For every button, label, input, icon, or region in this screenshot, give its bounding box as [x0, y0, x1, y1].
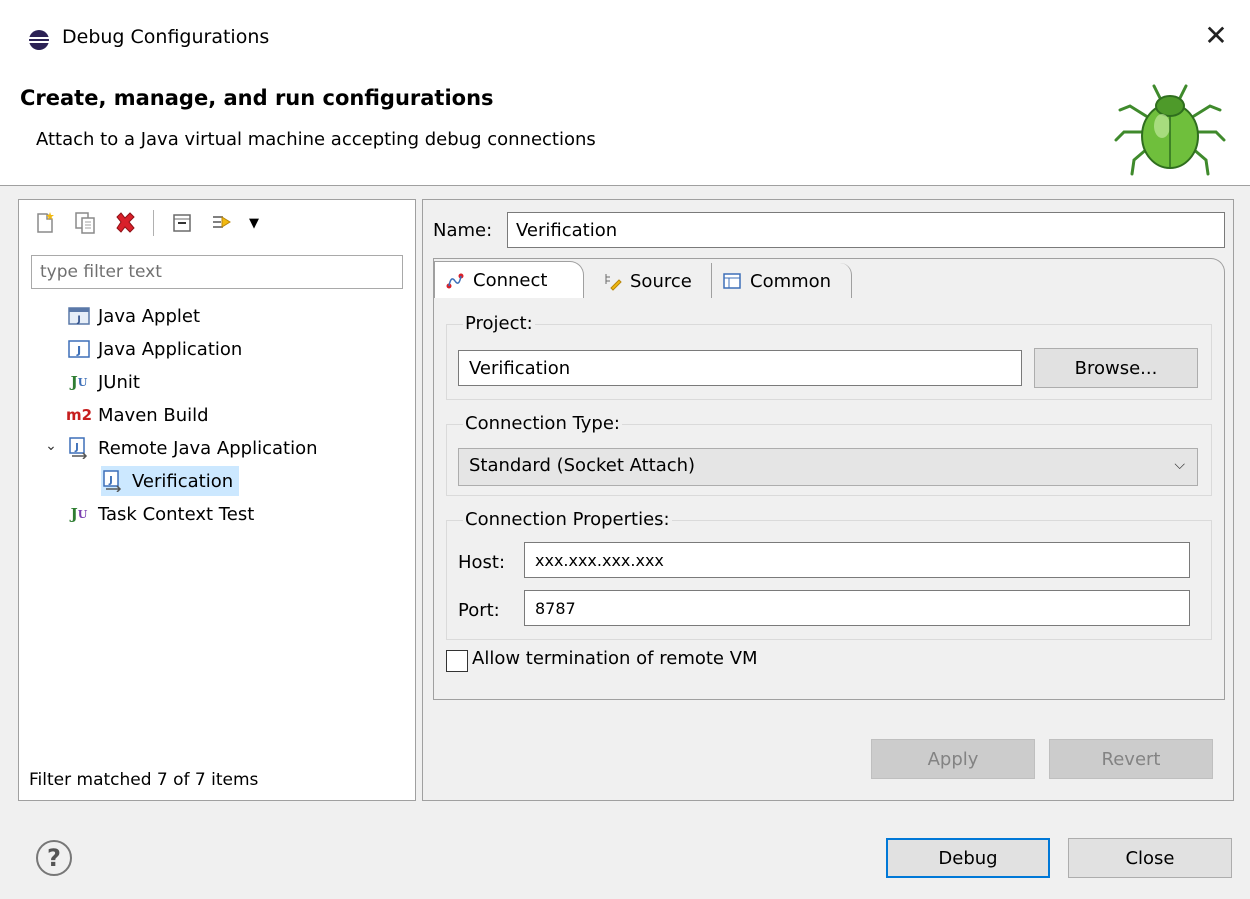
configuration-list-panel: ▼ J Java Applet J Java Application JU JU…	[18, 199, 416, 801]
expand-chevron-icon[interactable]: ⌄	[43, 438, 59, 454]
eclipse-logo-icon	[29, 30, 49, 50]
connection-type-value: Standard (Socket Attach)	[469, 455, 696, 476]
tab-strip: Connect Source Common	[433, 258, 1225, 299]
svg-text:J: J	[76, 344, 81, 357]
junit-icon: JU	[70, 373, 88, 391]
host-input[interactable]	[524, 542, 1190, 578]
maven-icon: m2	[65, 406, 93, 424]
debug-bug-icon	[1114, 84, 1226, 176]
tree-item-task-context-test[interactable]: JU Task Context Test	[67, 499, 255, 529]
header-title: Create, manage, and run configurations	[20, 86, 494, 110]
help-icon[interactable]: ?	[36, 840, 72, 876]
new-configuration-icon[interactable]	[29, 207, 61, 239]
chevron-down-icon: ⌵	[1174, 457, 1185, 473]
toolbar-separator	[153, 210, 154, 236]
tree-item-label: Remote Java Application	[98, 437, 318, 459]
tree-item-maven-build[interactable]: m2 Maven Build	[65, 400, 209, 430]
filter-status: Filter matched 7 of 7 items	[29, 770, 259, 790]
tab-connect[interactable]: Connect	[434, 261, 584, 299]
tree-item-label: Java Applet	[98, 305, 201, 327]
remote-java-icon: J	[101, 469, 125, 493]
close-button[interactable]: Close	[1068, 838, 1232, 878]
connection-type-group-label: Connection Type:	[463, 413, 622, 434]
tree-item-junit[interactable]: JU JUnit	[67, 367, 140, 397]
tree-item-label: Maven Build	[98, 404, 209, 426]
java-applet-icon: J	[67, 304, 91, 328]
duplicate-icon[interactable]	[69, 207, 101, 239]
tree-item-java-application[interactable]: J Java Application	[67, 334, 242, 364]
tree-item-label: JUnit	[98, 371, 140, 393]
connect-tab-body: Project: Browse... Connection Type: Stan…	[433, 298, 1225, 700]
tree-item-label: Verification	[132, 470, 234, 492]
task-context-test-icon: JU	[70, 505, 88, 523]
configuration-editor-panel: Name: Connect Source Common	[422, 199, 1234, 801]
debug-button[interactable]: Debug	[886, 838, 1050, 878]
host-label: Host:	[458, 552, 506, 573]
browse-button[interactable]: Browse...	[1034, 348, 1198, 388]
allow-termination-checkbox[interactable]	[446, 650, 468, 672]
tab-label: Connect	[473, 270, 548, 291]
collapse-all-icon[interactable]	[166, 207, 198, 239]
header-subtitle: Attach to a Java virtual machine accepti…	[36, 129, 596, 150]
delete-icon[interactable]	[109, 207, 141, 239]
tab-label: Source	[630, 270, 692, 292]
close-window-icon[interactable]: ✕	[1198, 18, 1234, 54]
project-group-label: Project:	[463, 313, 535, 334]
source-icon	[600, 269, 624, 293]
port-input[interactable]	[524, 590, 1190, 626]
tree-item-remote-java-application[interactable]: J Remote Java Application	[67, 433, 318, 463]
svg-text:J: J	[108, 475, 113, 486]
title-bar: Debug Configurations ✕	[0, 0, 1250, 76]
tab-common[interactable]: Common	[712, 263, 852, 299]
name-label: Name:	[433, 220, 493, 241]
tab-label: Common	[750, 270, 832, 292]
apply-button[interactable]: Apply	[871, 739, 1035, 779]
dialog-header: Create, manage, and run configurations A…	[0, 76, 1250, 186]
name-input[interactable]	[507, 212, 1225, 248]
common-icon	[720, 269, 744, 293]
tree-item-java-applet[interactable]: J Java Applet	[67, 301, 200, 331]
java-application-icon: J	[67, 337, 91, 361]
tree-item-label: Task Context Test	[98, 503, 255, 525]
connection-type-select[interactable]: Standard (Socket Attach) ⌵	[458, 448, 1198, 486]
connect-icon	[443, 269, 467, 293]
connection-properties-group-label: Connection Properties:	[463, 509, 672, 530]
tree-item-label: Java Application	[98, 338, 243, 360]
tree-item-verification[interactable]: J Verification	[101, 466, 240, 496]
view-menu-chevron-icon[interactable]: ▼	[246, 207, 262, 239]
filter-input[interactable]	[31, 255, 403, 289]
project-input[interactable]	[458, 350, 1022, 386]
svg-text:J: J	[74, 442, 79, 453]
revert-button[interactable]: Revert	[1049, 739, 1213, 779]
tab-source[interactable]: Source	[592, 263, 712, 299]
port-label: Port:	[458, 600, 500, 621]
tab-folder: Connect Source Common Project: Browse.	[433, 258, 1225, 700]
window-title: Debug Configurations	[62, 26, 270, 48]
remote-java-icon: J	[67, 436, 91, 460]
list-toolbar: ▼	[29, 206, 262, 240]
allow-termination-label: Allow termination of remote VM	[472, 648, 758, 669]
svg-text:J: J	[76, 315, 80, 325]
filter-icon[interactable]	[206, 207, 238, 239]
